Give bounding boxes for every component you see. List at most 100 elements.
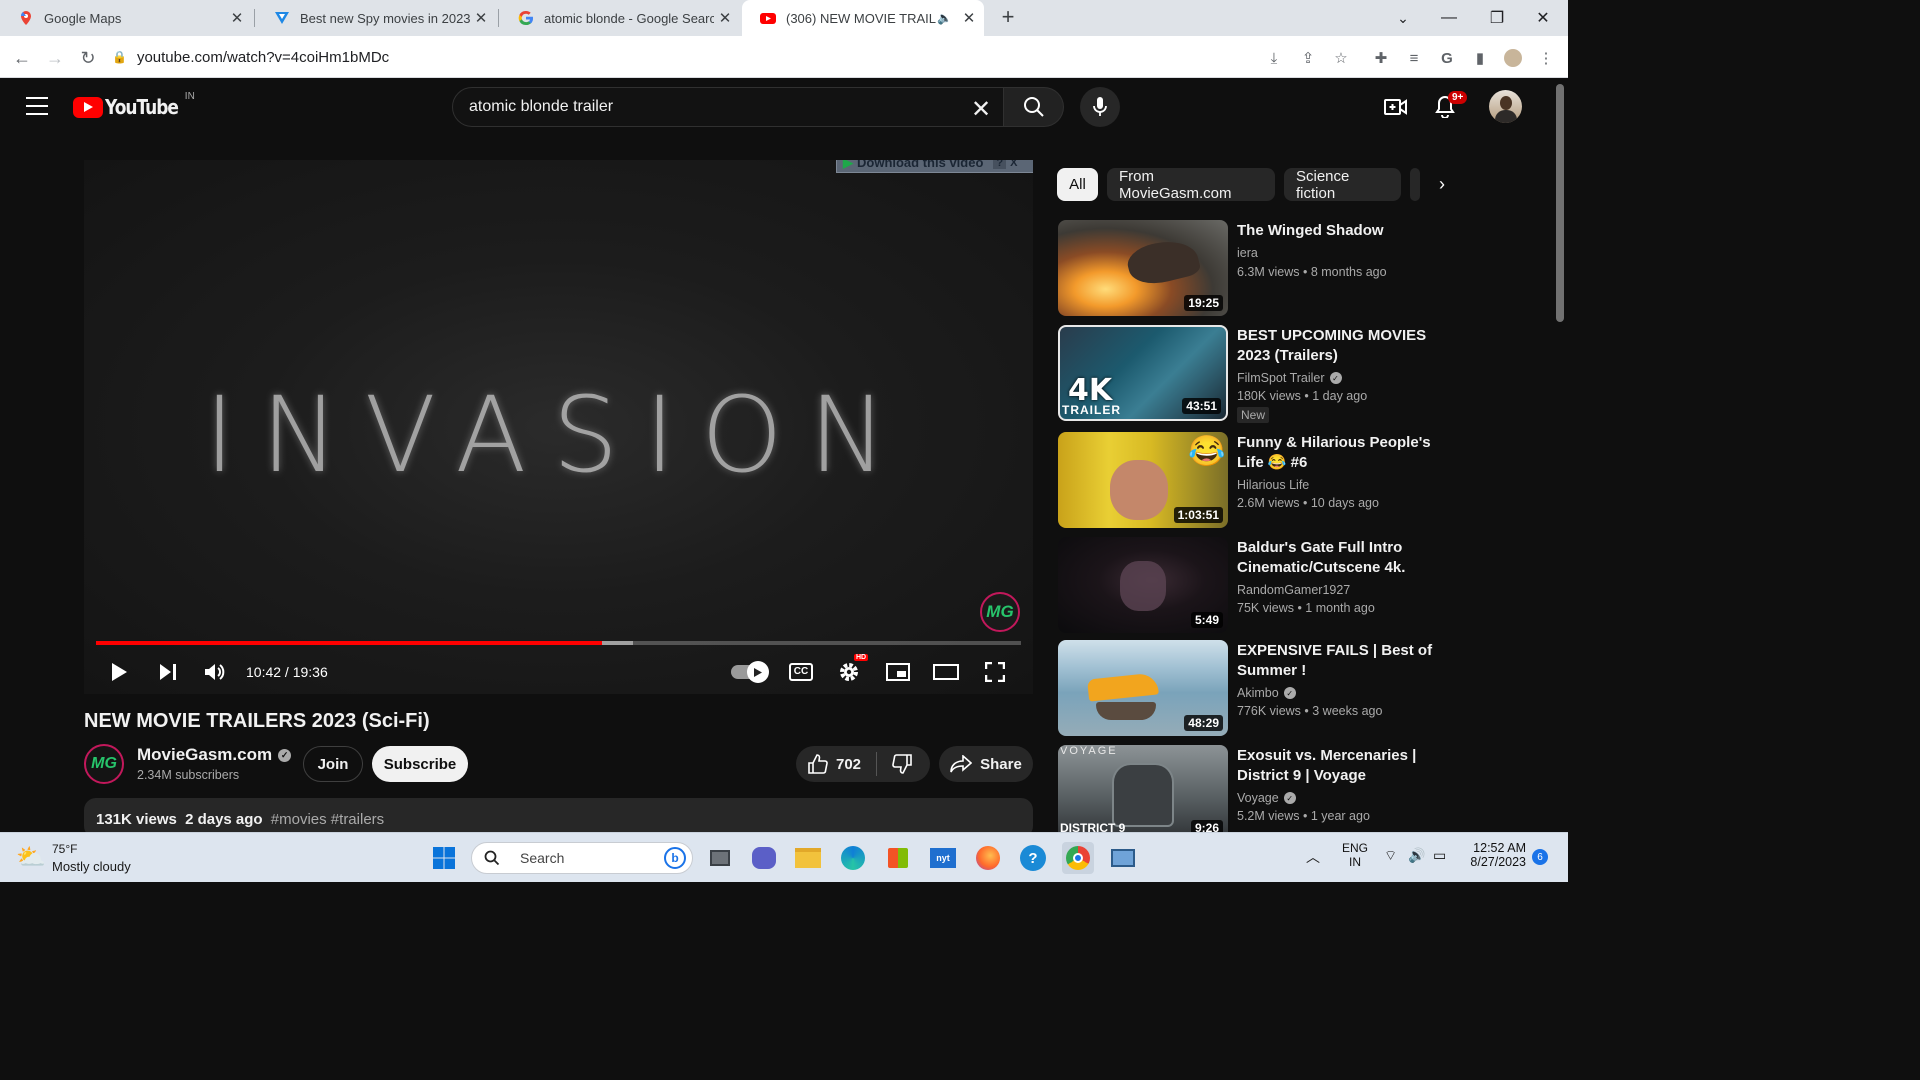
weather-desc[interactable]: Mostly cloudy xyxy=(52,859,131,874)
chip-from-channel[interactable]: From MovieGasm.com xyxy=(1107,168,1275,202)
close-tab-icon[interactable]: ✕ xyxy=(470,9,492,27)
close-tab-icon[interactable]: ✕ xyxy=(226,9,248,27)
video-player[interactable]: INVASION ▶ Download this video ? X MG 10… xyxy=(84,160,1033,694)
list-item[interactable]: 48:29 EXPENSIVE FAILS | Best of Summer !… xyxy=(1058,640,1458,738)
address-bar[interactable]: 🔒 youtube.com/watch?v=4coiHm1bMDc xyxy=(112,42,1252,72)
taskbar-search-box[interactable]: Search b xyxy=(471,842,693,874)
channel-row[interactable]: Voyage ✓ xyxy=(1237,791,1296,805)
help-app-icon[interactable]: ? xyxy=(1017,842,1049,874)
mute-button[interactable] xyxy=(198,654,232,690)
reload-button[interactable]: ↻ xyxy=(74,44,102,72)
hashtags[interactable]: #movies #trailers xyxy=(271,811,384,828)
channel-row[interactable]: FilmSpot Trailer ✓ xyxy=(1237,371,1342,385)
video-thumbnail[interactable]: VOYAGE DISTRICT 9 9:26 xyxy=(1058,745,1228,841)
profile-avatar-icon[interactable] xyxy=(1503,48,1523,68)
file-explorer-icon[interactable] xyxy=(792,842,824,874)
new-tab-button[interactable]: + xyxy=(996,4,1020,30)
subscribe-button[interactable]: Subscribe xyxy=(372,746,468,782)
mcafee-icon[interactable]: nyt xyxy=(927,842,959,874)
list-item[interactable]: 😂 1:03:51 Funny & Hilarious People's Lif… xyxy=(1058,432,1458,530)
list-item[interactable]: 4K TRAILER 43:51 BEST UPCOMING MOVIES 20… xyxy=(1058,325,1458,423)
wifi-icon[interactable]: ⌔ xyxy=(1384,847,1397,865)
channel-name[interactable]: Hilarious Life xyxy=(1237,478,1309,492)
tab-spy-movies[interactable]: Best new Spy movies in 2023 & 2 ✕ xyxy=(256,0,496,36)
battery-icon[interactable]: ▭ xyxy=(1433,847,1446,864)
tab-youtube-active[interactable]: (306) NEW MOVIE TRAILERS 🔈 ✕ xyxy=(742,0,984,36)
list-item[interactable]: 19:25 The Winged Shadow iera 6.3M views … xyxy=(1058,220,1458,318)
firefox-icon[interactable] xyxy=(972,842,1004,874)
video-title[interactable]: The Winged Shadow xyxy=(1237,221,1452,241)
tab-google-maps[interactable]: Google Maps ✕ xyxy=(0,0,252,36)
download-video-bar[interactable]: ▶ Download this video ? X xyxy=(836,160,1033,173)
share-page-icon[interactable]: ⇪ xyxy=(1298,48,1318,68)
account-avatar[interactable] xyxy=(1489,90,1522,123)
chip-science-fiction[interactable]: Science fiction xyxy=(1284,168,1401,202)
theater-mode-button[interactable] xyxy=(929,654,963,690)
weather-temp[interactable]: 75°F xyxy=(52,842,77,856)
reading-list-icon[interactable]: ≡ xyxy=(1404,48,1424,68)
chip-all[interactable]: All xyxy=(1057,168,1098,201)
video-title[interactable]: Exosuit vs. Mercenaries | District 9 | V… xyxy=(1237,746,1452,786)
share-button[interactable]: Share xyxy=(939,746,1033,782)
video-thumbnail[interactable]: 48:29 xyxy=(1058,640,1228,736)
task-view-icon[interactable] xyxy=(704,842,736,874)
clear-search-icon[interactable]: ✕ xyxy=(971,95,991,124)
forward-button[interactable]: → xyxy=(41,44,69,72)
settings-button[interactable]: HD xyxy=(832,654,869,690)
show-hidden-icons-chevron[interactable]: ︿ xyxy=(1306,847,1320,867)
video-title[interactable]: EXPENSIVE FAILS | Best of Summer ! xyxy=(1237,641,1452,681)
speaker-icon[interactable]: 🔈 xyxy=(937,11,952,25)
side-panel-icon[interactable]: ▮ xyxy=(1470,48,1490,68)
channel-row[interactable]: Akimbo ✓ xyxy=(1237,686,1296,700)
video-title[interactable]: BEST UPCOMING MOVIES 2023 (Trailers) xyxy=(1237,326,1452,366)
next-video-button[interactable] xyxy=(151,654,185,690)
autoplay-toggle[interactable] xyxy=(728,654,770,690)
video-title[interactable]: Funny & Hilarious People's Life 😂 #6 xyxy=(1237,433,1452,473)
install-app-icon[interactable]: ⤓ xyxy=(1264,48,1284,68)
join-button[interactable]: Join xyxy=(303,746,363,782)
search-button[interactable] xyxy=(1004,87,1064,127)
fullscreen-button[interactable] xyxy=(978,654,1012,690)
video-thumbnail[interactable]: 😂 1:03:51 xyxy=(1058,432,1228,528)
windows-start-icon[interactable] xyxy=(428,842,460,874)
chrome-taskbar-icon[interactable] xyxy=(1062,842,1094,874)
tab-search-icon[interactable]: ⌄ xyxy=(1380,0,1426,36)
notifications-bell-icon[interactable]: 9+ xyxy=(1434,91,1468,123)
play-button[interactable] xyxy=(102,654,136,690)
miniplayer-button[interactable] xyxy=(881,654,915,690)
volume-icon[interactable]: 🔊 xyxy=(1408,847,1425,864)
photos-app-icon[interactable] xyxy=(1107,842,1139,874)
weather-cloud-icon[interactable]: ⛅ xyxy=(16,843,46,872)
teams-chat-icon[interactable] xyxy=(748,842,780,874)
close-window-button[interactable]: ✕ xyxy=(1520,0,1566,36)
channel-name[interactable]: RandomGamer1927 xyxy=(1237,583,1350,597)
download-help-button[interactable]: ? xyxy=(993,160,1007,169)
extensions-icon[interactable]: ✚ xyxy=(1371,48,1391,68)
notification-center-badge[interactable]: 6 xyxy=(1532,849,1548,865)
video-progress-bar[interactable] xyxy=(96,641,1021,645)
channel-name-link[interactable]: MovieGasm.com ✓ xyxy=(137,745,292,765)
channel-avatar[interactable]: MG xyxy=(84,744,124,784)
ms-store-icon[interactable] xyxy=(882,842,914,874)
create-video-icon[interactable] xyxy=(1384,96,1408,123)
minimize-button[interactable]: — xyxy=(1426,0,1472,36)
clock[interactable]: 12:52 AM 8/27/2023 xyxy=(1464,841,1526,869)
maximize-button[interactable]: ❐ xyxy=(1474,0,1520,36)
video-title[interactable]: Baldur's Gate Full Intro Cinematic/Cutsc… xyxy=(1237,538,1452,578)
search-input[interactable]: atomic blonde trailer ✕ xyxy=(452,87,1004,127)
list-item[interactable]: VOYAGE DISTRICT 9 9:26 Exosuit vs. Merce… xyxy=(1058,745,1458,843)
video-thumbnail[interactable]: 4K TRAILER 43:51 xyxy=(1058,325,1228,421)
chips-next-chevron-icon[interactable]: › xyxy=(1430,174,1454,198)
captions-button[interactable]: CC xyxy=(784,654,818,690)
tab-google-search[interactable]: atomic blonde - Google Search ✕ xyxy=(500,0,740,36)
video-thumbnail[interactable]: 5:49 xyxy=(1058,537,1228,633)
channel-name[interactable]: iera xyxy=(1237,246,1258,260)
channel-watermark[interactable]: MG xyxy=(980,592,1020,632)
close-tab-icon[interactable]: ✕ xyxy=(714,9,736,27)
guide-menu-icon[interactable] xyxy=(26,97,48,115)
voice-search-button[interactable] xyxy=(1080,87,1120,127)
edge-browser-icon[interactable] xyxy=(837,842,869,874)
page-scrollbar[interactable] xyxy=(1556,84,1564,322)
list-item[interactable]: 5:49 Baldur's Gate Full Intro Cinematic/… xyxy=(1058,537,1458,635)
language-indicator[interactable]: ENG IN xyxy=(1342,841,1368,869)
